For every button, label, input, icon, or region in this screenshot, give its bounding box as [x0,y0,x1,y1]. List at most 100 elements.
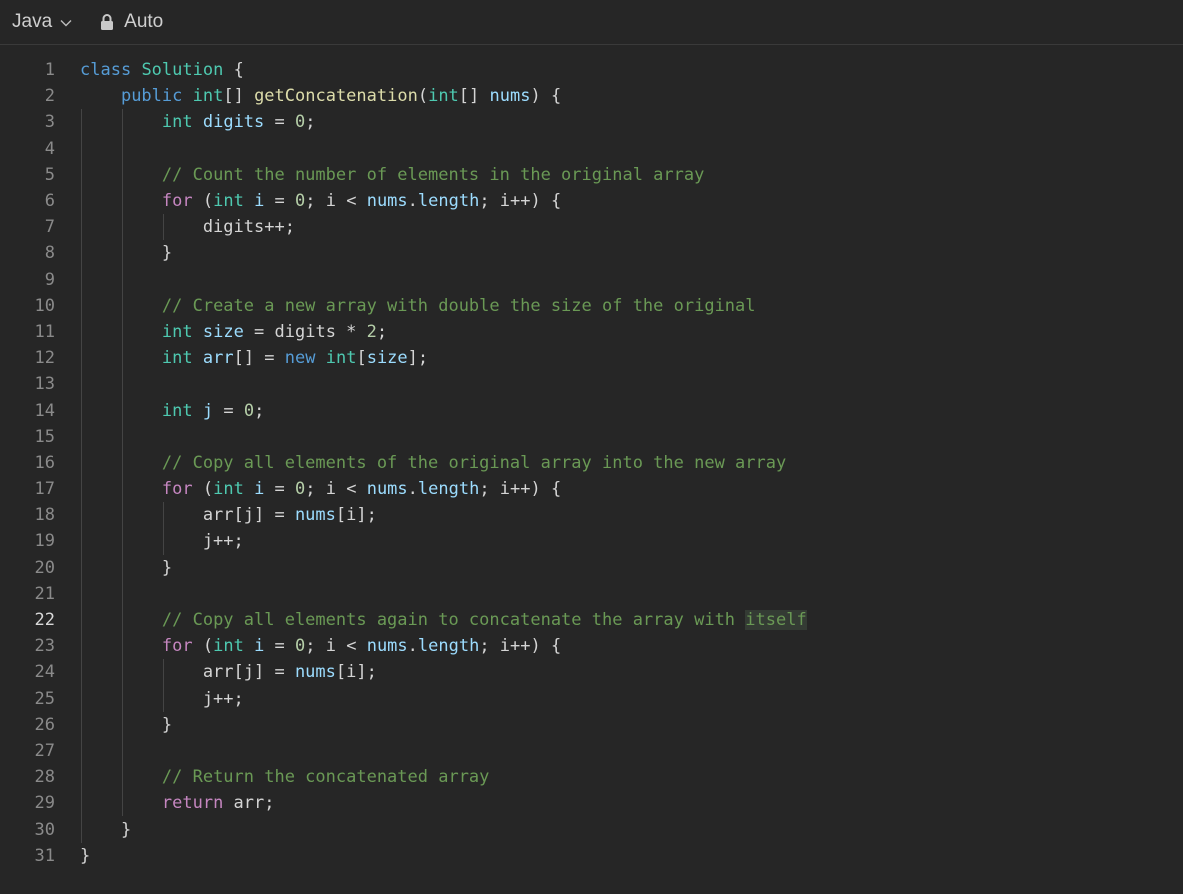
code-editor: Java Auto 1 class Solution {2 public int[… [0,0,1183,894]
chevron-down-icon [60,19,72,26]
line-number: 19 [34,531,55,552]
code-line[interactable]: 15 [0,423,1183,450]
code-text: j++; [80,531,244,552]
line-number: 24 [34,662,55,683]
line-number: 3 [44,112,55,133]
mode-indicator[interactable]: Auto [99,11,163,33]
code-text: } [80,557,173,578]
line-number: 22 [34,610,55,631]
line-number: 21 [34,583,55,604]
line-number: 25 [34,688,55,709]
code-line[interactable]: 6 for (int i = 0; i < nums.length; i++) … [0,187,1183,215]
code-text: j++; [80,688,244,709]
line-number: 26 [34,714,55,735]
mode-label: Auto [124,11,164,32]
code-text: for (int i = 0; i < nums.length; i++) { [161,191,562,212]
code-line[interactable]: 18 arr[j] = nums[i]; [0,502,1183,529]
indent-guide [81,737,82,765]
line-number: 20 [34,557,55,578]
code-line[interactable]: 13 [0,371,1183,398]
code-line[interactable]: 19 j++; [0,528,1183,555]
indent-guide [81,423,82,450]
code-text: } [80,243,173,264]
line-number: 4 [44,138,55,159]
code-line[interactable]: 22 // Copy all elements again to concate… [0,606,1183,634]
code-line[interactable]: 24 arr[j] = nums[i]; [0,659,1183,686]
lock-icon [101,14,114,30]
code-text: } [80,819,132,840]
code-text: int arr[] = new int[size]; [161,348,429,369]
code-line[interactable]: 16 // Copy all elements of the original … [0,449,1183,476]
line-number: 9 [44,269,55,290]
code-line[interactable]: 8 } [0,240,1183,267]
code-text: for (int i = 0; i < nums.length; i++) { [161,479,562,500]
line-number: 8 [44,243,55,264]
code-text: // Count the number of elements in the o… [161,164,705,185]
code-line[interactable]: 28 // Return the concatenated array [0,764,1183,791]
indent-guide [121,737,123,765]
line-number: 14 [34,400,55,421]
code-line[interactable]: 17 for (int i = 0; i < nums.length; i++)… [0,476,1183,503]
code-line[interactable]: 10 // Create a new array with double the… [0,292,1183,319]
line-number: 18 [34,505,55,526]
code-text: arr[j] = nums[i]; [80,662,377,683]
indent-guide [81,266,82,293]
line-number: 15 [34,426,55,447]
code-text: int size = digits * 2; [161,321,388,342]
code-text: // Create a new array with double the si… [161,295,756,316]
code-text: arr[j] = nums[i]; [80,505,377,526]
code-line[interactable]: 3 int digits = 0; [0,109,1183,136]
code-line[interactable]: 11 int size = digits * 2; [0,318,1183,346]
code-text: for (int i = 0; i < nums.length; i++) { [161,636,562,657]
indent-guide [121,580,123,607]
code-text: int j = 0; [161,400,265,421]
line-number: 31 [34,845,55,866]
code-line[interactable]: 2 public int[] getConcatenation(int[] nu… [0,83,1183,109]
code-line[interactable]: 7 digits++; [0,214,1183,241]
code-line[interactable]: 25 j++; [0,685,1183,712]
code-text: } [80,845,91,866]
line-number: 30 [34,819,55,840]
code-text: class Solution { [80,60,244,81]
code-line[interactable]: 5 // Count the number of elements in the… [0,161,1183,188]
code-text: int digits = 0; [161,112,316,133]
language-selector[interactable]: Java [12,11,73,33]
code-area[interactable]: 1 class Solution {2 public int[] getConca… [0,57,1183,894]
code-line[interactable]: 4 [0,135,1183,162]
indent-guide [121,423,123,450]
line-number: 16 [34,452,55,473]
indent-guide [121,371,123,398]
line-number: 17 [34,479,55,500]
code-line[interactable]: 20 } [0,554,1183,581]
line-number: 27 [34,740,55,761]
code-line[interactable]: 29 return arr; [0,790,1183,817]
code-text: // Return the concatenated array [161,767,490,788]
code-text: } [80,714,173,735]
line-number: 29 [34,793,55,814]
editor-toolbar: Java Auto [0,0,1183,45]
code-line[interactable]: 23 for (int i = 0; i < nums.length; i++)… [0,633,1183,660]
code-text: digits++; [80,217,295,238]
line-number: 1 [44,60,55,81]
code-line[interactable]: 12 int arr[] = new int[size]; [0,345,1183,372]
line-number: 12 [34,348,55,369]
code-line[interactable]: 30 } [0,816,1183,843]
code-text: return arr; [161,793,275,814]
line-number: 6 [44,191,55,212]
indent-guide [121,135,123,162]
line-number: 11 [34,321,55,342]
code-line[interactable]: 26 } [0,711,1183,738]
indent-guide [81,371,82,398]
code-line[interactable]: 9 [0,266,1183,293]
code-line[interactable]: 14 int j = 0; [0,397,1183,424]
code-line[interactable]: 27 [0,737,1183,765]
code-line[interactable]: 31} [0,843,1183,869]
line-number: 5 [44,164,55,185]
line-number: 7 [44,217,55,238]
line-number: 23 [34,636,55,657]
code-text: // Copy all elements again to concatenat… [161,610,807,631]
code-line[interactable]: 21 [0,580,1183,607]
code-line[interactable]: 1 class Solution { [0,57,1183,83]
line-number: 13 [34,374,55,395]
code-text: // Copy all elements of the original arr… [161,452,787,473]
